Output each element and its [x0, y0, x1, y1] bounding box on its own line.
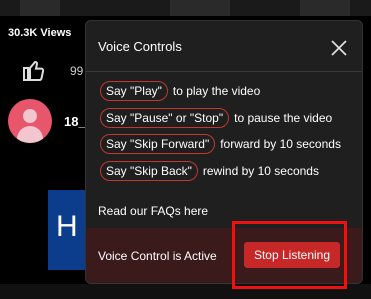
popup-title: Voice Controls — [98, 39, 182, 54]
highlight-box — [232, 221, 347, 289]
command-play-description: to play the video — [172, 84, 261, 98]
command-row-skip-back: Say "Skip Back" rewind by 10 seconds — [100, 161, 319, 181]
avatar[interactable] — [8, 99, 52, 143]
command-skip-forward: Say "Skip Forward" — [100, 134, 216, 154]
channel-name[interactable]: 18_ — [64, 114, 86, 129]
view-count: 30.3K Views — [8, 27, 72, 39]
popup-header: Voice Controls — [86, 21, 362, 72]
command-pause: Say "Pause" or "Stop" — [100, 108, 230, 128]
status-text: Voice Control is Active — [98, 249, 217, 263]
command-pause-description: to pause the video — [234, 111, 333, 125]
command-skip-forward-description: forward by 10 seconds — [220, 137, 341, 151]
command-row-skip-forward: Say "Skip Forward" forward by 10 seconds — [100, 134, 341, 154]
like-count: 99 — [70, 64, 84, 78]
faq-link[interactable]: Read our FAQs here — [98, 204, 208, 218]
command-row-pause: Say "Pause" or "Stop" to pause the video — [100, 108, 332, 128]
video-player-top — [0, 0, 371, 16]
command-row-play: Say "Play" to play the video — [100, 81, 260, 101]
command-play: Say "Play" — [100, 81, 168, 101]
thumbs-up-icon[interactable] — [22, 58, 46, 82]
video-thumbnail[interactable]: H — [48, 190, 88, 270]
command-skip-back-description: rewind by 10 seconds — [202, 164, 319, 178]
command-skip-back: Say "Skip Back" — [100, 161, 198, 181]
thumbnail-text: H — [56, 210, 78, 243]
close-icon[interactable] — [330, 39, 348, 57]
